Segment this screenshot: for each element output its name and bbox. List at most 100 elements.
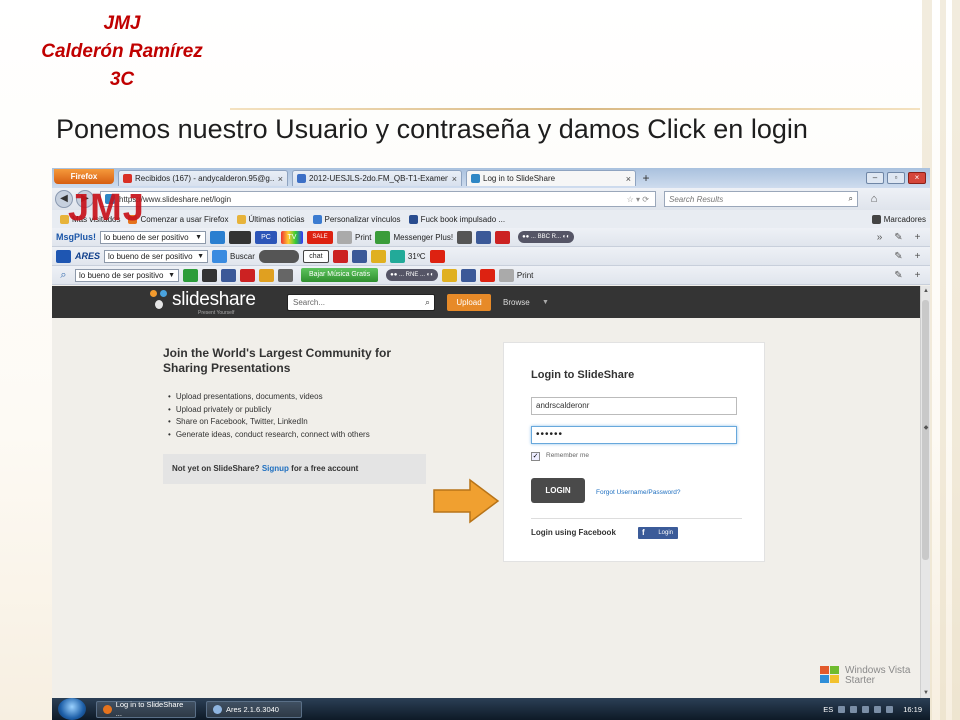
vertical-scrollbar[interactable]: ▲ ◆ ▼ <box>920 286 930 698</box>
radio-player-2[interactable]: ●● ... RNE ... ◐◐ <box>386 269 438 281</box>
username-field[interactable]: andrscalderonr <box>531 397 737 415</box>
overflow-icon[interactable]: » <box>873 231 886 244</box>
logo-tagline: Present Yourself <box>198 310 235 316</box>
messenger-plus-label[interactable]: Messenger Plus! <box>393 233 453 242</box>
taskbar-item-firefox[interactable]: Log in to SlideShare ... <box>96 700 196 718</box>
slideshare-logo[interactable]: slideshare Present Yourself <box>150 290 256 316</box>
add-icon[interactable]: + <box>911 269 924 282</box>
toolbar-dropdown[interactable]: lo bueno de ser positivo ▼ <box>100 230 207 244</box>
media-controls[interactable] <box>258 249 299 263</box>
close-icon[interactable]: × <box>626 174 631 184</box>
chevron-down-icon[interactable]: ▼ <box>542 294 549 311</box>
bookmark-fuck-book[interactable]: Fuck book impulsado ... <box>408 214 505 224</box>
tab-document[interactable]: 2012-UESJLS-2do.FM_QB-T1-Examen... × <box>292 170 462 186</box>
pin-icon[interactable] <box>202 268 217 282</box>
maximize-button[interactable]: ▫ <box>887 172 905 184</box>
buscar-label[interactable]: Buscar <box>230 252 255 261</box>
signup-link[interactable]: Signup <box>262 464 289 473</box>
wrench-icon[interactable]: ✎ <box>892 250 905 263</box>
music-icon[interactable] <box>183 268 198 282</box>
print-label[interactable]: Print <box>355 233 371 242</box>
smiley-icon[interactable] <box>370 249 386 263</box>
bookmark-star-icon[interactable]: ☆ ▾ ⟳ <box>627 195 649 204</box>
cb-icon[interactable] <box>429 249 445 263</box>
search-icon[interactable]: ⌕ <box>849 194 853 204</box>
toolbar-dropdown[interactable]: lo bueno de ser positivo ▼ <box>104 249 209 263</box>
radio-player-1[interactable]: ●● ... BBC R... ◐◐ <box>518 231 574 243</box>
home-icon[interactable]: ⌂ <box>866 191 882 207</box>
pc-icon[interactable]: PC <box>255 230 278 244</box>
play-icon[interactable] <box>495 230 511 244</box>
speedometer-icon[interactable] <box>229 230 252 244</box>
printer-icon[interactable] <box>498 268 514 282</box>
search-icon[interactable] <box>212 249 228 263</box>
signup-suffix: for a free account <box>291 464 359 473</box>
password-field[interactable]: •••••• <box>531 426 737 444</box>
tab-gmail[interactable]: Recibidos (167) - andycalderon.95@g... × <box>118 170 288 186</box>
remember-me-checkbox[interactable]: ✓ <box>531 452 540 461</box>
bookmarks-menu[interactable]: Marcadores <box>871 214 926 224</box>
add-icon[interactable]: + <box>911 250 924 263</box>
forgot-password-link[interactable]: Forgot Username/Password? <box>596 489 681 496</box>
wrench-icon[interactable]: ✎ <box>892 269 905 282</box>
smiley-icon[interactable] <box>441 268 457 282</box>
firefox-menu-button[interactable]: Firefox <box>54 168 114 184</box>
facebook-icon[interactable] <box>460 268 476 282</box>
play-icon[interactable] <box>240 268 255 282</box>
printer-icon[interactable] <box>337 230 353 244</box>
close-window-button[interactable]: × <box>908 172 926 184</box>
scroll-down-icon[interactable]: ▼ <box>921 690 930 696</box>
address-bar[interactable]: https://www.slideshare.net/login ☆ ▾ ⟳ <box>100 191 656 207</box>
browse-menu[interactable]: Browse <box>503 294 530 311</box>
close-icon[interactable]: × <box>452 174 457 184</box>
watermark-line-2: Starter <box>845 675 876 686</box>
windows-watermark: Windows Vista Starter <box>820 666 910 686</box>
sale-icon[interactable]: SALE <box>307 230 334 244</box>
go-icon[interactable] <box>210 230 226 244</box>
clock[interactable]: 16:19 <box>903 705 922 714</box>
minimize-button[interactable]: – <box>866 172 884 184</box>
film-icon[interactable] <box>278 268 293 282</box>
login-button[interactable]: LOGIN <box>531 478 585 503</box>
ares-brand[interactable]: ARES <box>75 251 100 261</box>
msgplus-brand[interactable]: MsgPlus! <box>56 232 96 242</box>
bookmark-customize-links[interactable]: Personalizar vínculos <box>312 214 401 224</box>
wrench-icon[interactable]: ✎ <box>892 231 905 244</box>
volume-icon[interactable] <box>874 705 882 713</box>
bookmark-latest-news[interactable]: Últimas noticias <box>236 214 305 224</box>
upload-button[interactable]: Upload <box>447 294 491 311</box>
language-indicator[interactable]: ES <box>823 705 833 714</box>
search-icon[interactable]: ⌕ <box>425 295 430 310</box>
close-icon[interactable]: × <box>278 174 283 184</box>
play-icon[interactable] <box>332 249 348 263</box>
scroll-up-icon[interactable]: ▲ <box>921 288 930 294</box>
tray-icon[interactable] <box>850 705 858 713</box>
facebook-icon[interactable] <box>351 249 367 263</box>
site-search-placeholder: Search... <box>293 298 326 307</box>
new-tab-button[interactable]: + <box>639 171 653 185</box>
facebook-login-button[interactable]: f Login <box>638 527 678 539</box>
messenger-icon[interactable] <box>375 230 391 244</box>
site-search-input[interactable]: Search... ⌕ <box>287 294 435 311</box>
cb-icon[interactable] <box>479 268 495 282</box>
taskbar-item-ares[interactable]: Ares 2.1.6.3040 <box>206 700 302 718</box>
grid-icon[interactable] <box>457 230 473 244</box>
print-label[interactable]: Print <box>517 271 533 280</box>
add-icon[interactable]: + <box>911 231 924 244</box>
login-panel: Login to SlideShare andrscalderonr •••••… <box>503 342 765 562</box>
chat-icon[interactable]: chat <box>302 249 329 263</box>
toolbar-dropdown[interactable]: lo bueno de ser positivo ▼ <box>75 268 179 282</box>
tray-icon[interactable] <box>838 705 846 713</box>
video-icon[interactable] <box>259 268 274 282</box>
weather-icon[interactable] <box>389 249 405 263</box>
battery-icon[interactable] <box>886 705 894 713</box>
search-input[interactable]: Search Results ⌕ <box>664 191 858 207</box>
tab-slideshare[interactable]: Log in to SlideShare × <box>466 170 636 186</box>
network-icon[interactable] <box>862 705 870 713</box>
facebook-icon[interactable] <box>221 268 236 282</box>
facebook-icon[interactable] <box>476 230 492 244</box>
tv-icon[interactable]: TV <box>281 230 304 244</box>
start-button[interactable] <box>58 698 86 720</box>
download-music-button[interactable]: Bajar Música Gratis <box>301 268 379 282</box>
search-icon[interactable]: ⌕ <box>56 269 71 282</box>
